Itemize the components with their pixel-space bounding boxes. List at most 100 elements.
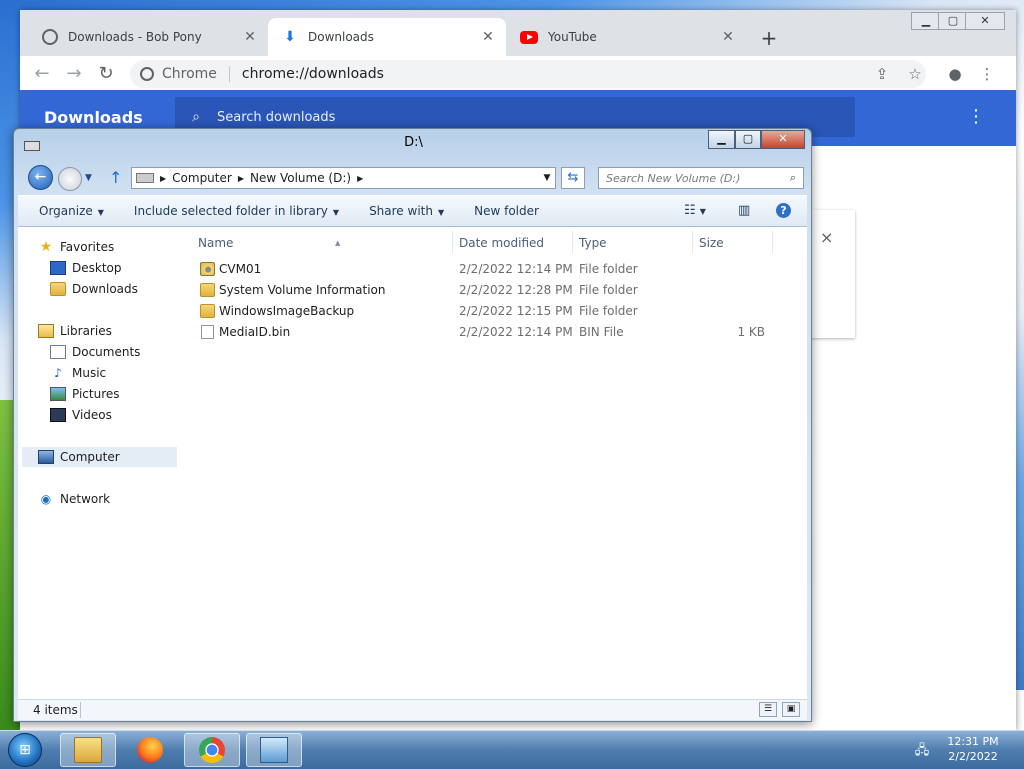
new-tab-button[interactable]: + bbox=[756, 25, 782, 51]
search-placeholder: Search downloads bbox=[217, 109, 336, 125]
nav-downloads[interactable]: Downloads bbox=[50, 279, 138, 299]
breadcrumb-arrow-icon[interactable]: ▶ bbox=[357, 174, 363, 183]
bookmark-star-icon[interactable]: ☆ bbox=[903, 62, 927, 86]
profile-avatar-icon[interactable]: ● bbox=[943, 62, 967, 86]
column-header-name[interactable]: Name ▲ bbox=[198, 233, 340, 253]
close-icon[interactable]: ✕ bbox=[480, 29, 496, 45]
tab-title: Downloads - Bob Pony bbox=[68, 30, 202, 44]
more-actions-icon[interactable]: ⋮ bbox=[966, 106, 986, 127]
close-window-button[interactable]: ✕ bbox=[761, 130, 805, 149]
explorer-window: D:\ ▁ ▢ ✕ ← ▼ ↑ ▶ Computer ▶ New Volume … bbox=[13, 128, 812, 722]
status-bar: 4 items ☰ ▣ bbox=[18, 699, 807, 720]
taskbar-control-panel[interactable] bbox=[246, 733, 302, 767]
taskbar-chrome[interactable] bbox=[184, 733, 240, 767]
minimize-button[interactable]: ▁ bbox=[911, 12, 941, 30]
large-icons-view-icon[interactable]: ▣ bbox=[782, 702, 800, 717]
nav-videos[interactable]: Videos bbox=[50, 405, 112, 425]
up-level-icon[interactable]: ↑ bbox=[109, 168, 122, 187]
music-icon: ♪ bbox=[54, 366, 62, 380]
taskbar-explorer[interactable] bbox=[60, 733, 116, 767]
chrome-menu-icon[interactable]: ⋮ bbox=[975, 62, 999, 86]
firefox-icon bbox=[137, 737, 163, 763]
maximize-button[interactable]: ▢ bbox=[938, 12, 968, 30]
nav-label: Favorites bbox=[60, 240, 115, 254]
share-with-label: Share with bbox=[369, 204, 433, 218]
column-header-size[interactable]: Size bbox=[699, 233, 724, 253]
search-icon: ⌕ bbox=[192, 109, 200, 125]
nav-computer[interactable]: Computer bbox=[22, 447, 177, 467]
nav-documents[interactable]: Documents bbox=[50, 342, 140, 362]
tab-strip: Downloads - Bob Pony ✕ ⬇ Downloads ✕ You… bbox=[20, 10, 1016, 56]
breadcrumb-arrow-icon[interactable]: ▶ bbox=[160, 174, 166, 183]
omnibox-url: chrome://downloads bbox=[241, 66, 384, 82]
column-header-type[interactable]: Type bbox=[579, 233, 607, 253]
column-divider[interactable] bbox=[572, 231, 573, 253]
file-row[interactable]: System Volume Information 2/2/2022 12:28… bbox=[180, 280, 780, 301]
reload-icon[interactable]: ↻ bbox=[94, 62, 118, 86]
drive-icon bbox=[136, 173, 154, 183]
search-input[interactable]: Search New Volume (D:) ⌕ bbox=[598, 167, 804, 189]
navigation-pane: ★ Favorites Desktop Downloads Libraries … bbox=[18, 227, 181, 699]
share-with-button[interactable]: Share with ▼ bbox=[369, 204, 444, 218]
page-title: Downloads bbox=[44, 108, 143, 127]
download-icon: ⬇ bbox=[284, 29, 296, 45]
column-divider[interactable] bbox=[452, 231, 453, 253]
taskbar-firefox[interactable] bbox=[122, 733, 178, 767]
include-in-library-button[interactable]: Include selected folder in library ▼ bbox=[134, 204, 339, 218]
nav-libraries[interactable]: Libraries bbox=[38, 321, 112, 341]
tab-downloads-bob-pony[interactable]: Downloads - Bob Pony ✕ bbox=[28, 18, 268, 56]
breadcrumb-arrow-icon[interactable]: ▶ bbox=[238, 174, 244, 183]
control-panel-icon bbox=[260, 737, 288, 763]
address-dropdown-icon[interactable]: ▼ bbox=[539, 173, 555, 183]
back-arrow-icon[interactable]: ← bbox=[28, 165, 53, 190]
view-options-icon[interactable]: ☷ ▼ bbox=[684, 203, 706, 218]
column-divider[interactable] bbox=[772, 231, 773, 253]
tab-downloads[interactable]: ⬇ Downloads ✕ bbox=[268, 18, 506, 56]
file-list: Name ▲ Date modified Type Size CVM01 2/2… bbox=[180, 227, 807, 699]
include-in-library-label: Include selected folder in library bbox=[133, 204, 328, 218]
pictures-icon bbox=[50, 387, 66, 401]
preview-pane-icon[interactable]: ▥ bbox=[738, 203, 750, 218]
start-button[interactable]: ⊞ bbox=[8, 733, 42, 767]
nav-label: Documents bbox=[72, 345, 141, 359]
organize-button[interactable]: Organize ▼ bbox=[39, 204, 104, 218]
file-date: 2/2/2022 12:14 PM bbox=[459, 325, 573, 339]
details-view-icon[interactable]: ☰ bbox=[759, 702, 777, 717]
recent-pages-dropdown-icon[interactable]: ▼ bbox=[85, 173, 92, 183]
forward-arrow-icon[interactable] bbox=[58, 167, 82, 191]
system-clock[interactable]: 12:31 PM 2/2/2022 bbox=[940, 734, 1006, 764]
maximize-button[interactable]: ▢ bbox=[735, 130, 761, 149]
minimize-button[interactable]: ▁ bbox=[708, 130, 735, 149]
nav-network[interactable]: ◉ Network bbox=[38, 489, 110, 509]
file-row[interactable]: CVM01 2/2/2022 12:14 PM File folder bbox=[180, 259, 780, 280]
nav-desktop[interactable]: Desktop bbox=[50, 258, 122, 278]
breadcrumb-new-volume[interactable]: New Volume (D:) bbox=[250, 171, 351, 185]
close-window-button[interactable]: ✕ bbox=[965, 12, 1005, 30]
close-icon[interactable]: ✕ bbox=[720, 29, 736, 45]
nav-music[interactable]: ♪ Music bbox=[50, 363, 106, 383]
nav-favorites[interactable]: ★ Favorites bbox=[38, 237, 115, 257]
column-divider[interactable] bbox=[692, 231, 693, 253]
file-row[interactable]: MediaID.bin 2/2/2022 12:14 PM BIN File 1… bbox=[180, 322, 780, 343]
file-row[interactable]: WindowsImageBackup 2/2/2022 12:15 PM Fil… bbox=[180, 301, 780, 322]
close-icon[interactable]: ✕ bbox=[242, 29, 258, 45]
column-label: Type bbox=[579, 236, 607, 250]
new-folder-button[interactable]: New folder bbox=[474, 204, 539, 218]
address-bar[interactable]: ▶ Computer ▶ New Volume (D:) ▶ ▼ bbox=[131, 167, 556, 189]
help-icon[interactable]: ? bbox=[776, 203, 791, 218]
column-header-date-modified[interactable]: Date modified bbox=[459, 233, 544, 253]
refresh-icon[interactable]: ⇆ bbox=[561, 167, 585, 189]
remove-download-icon[interactable]: × bbox=[820, 228, 833, 247]
network-status-icon[interactable]: 🖧 bbox=[914, 741, 930, 758]
documents-icon bbox=[50, 345, 66, 359]
forward-arrow-icon[interactable]: → bbox=[62, 62, 86, 86]
back-arrow-icon[interactable]: ← bbox=[30, 62, 54, 86]
file-name: System Volume Information bbox=[219, 283, 386, 297]
tab-youtube[interactable]: YouTube ✕ bbox=[506, 18, 746, 56]
share-icon[interactable]: ⇪ bbox=[870, 62, 894, 86]
nav-pictures[interactable]: Pictures bbox=[50, 384, 120, 404]
folder-icon bbox=[200, 283, 215, 297]
address-bar[interactable]: Chrome chrome://downloads bbox=[130, 60, 926, 88]
breadcrumb-computer[interactable]: Computer bbox=[172, 171, 232, 185]
desktop-icon bbox=[50, 261, 66, 275]
